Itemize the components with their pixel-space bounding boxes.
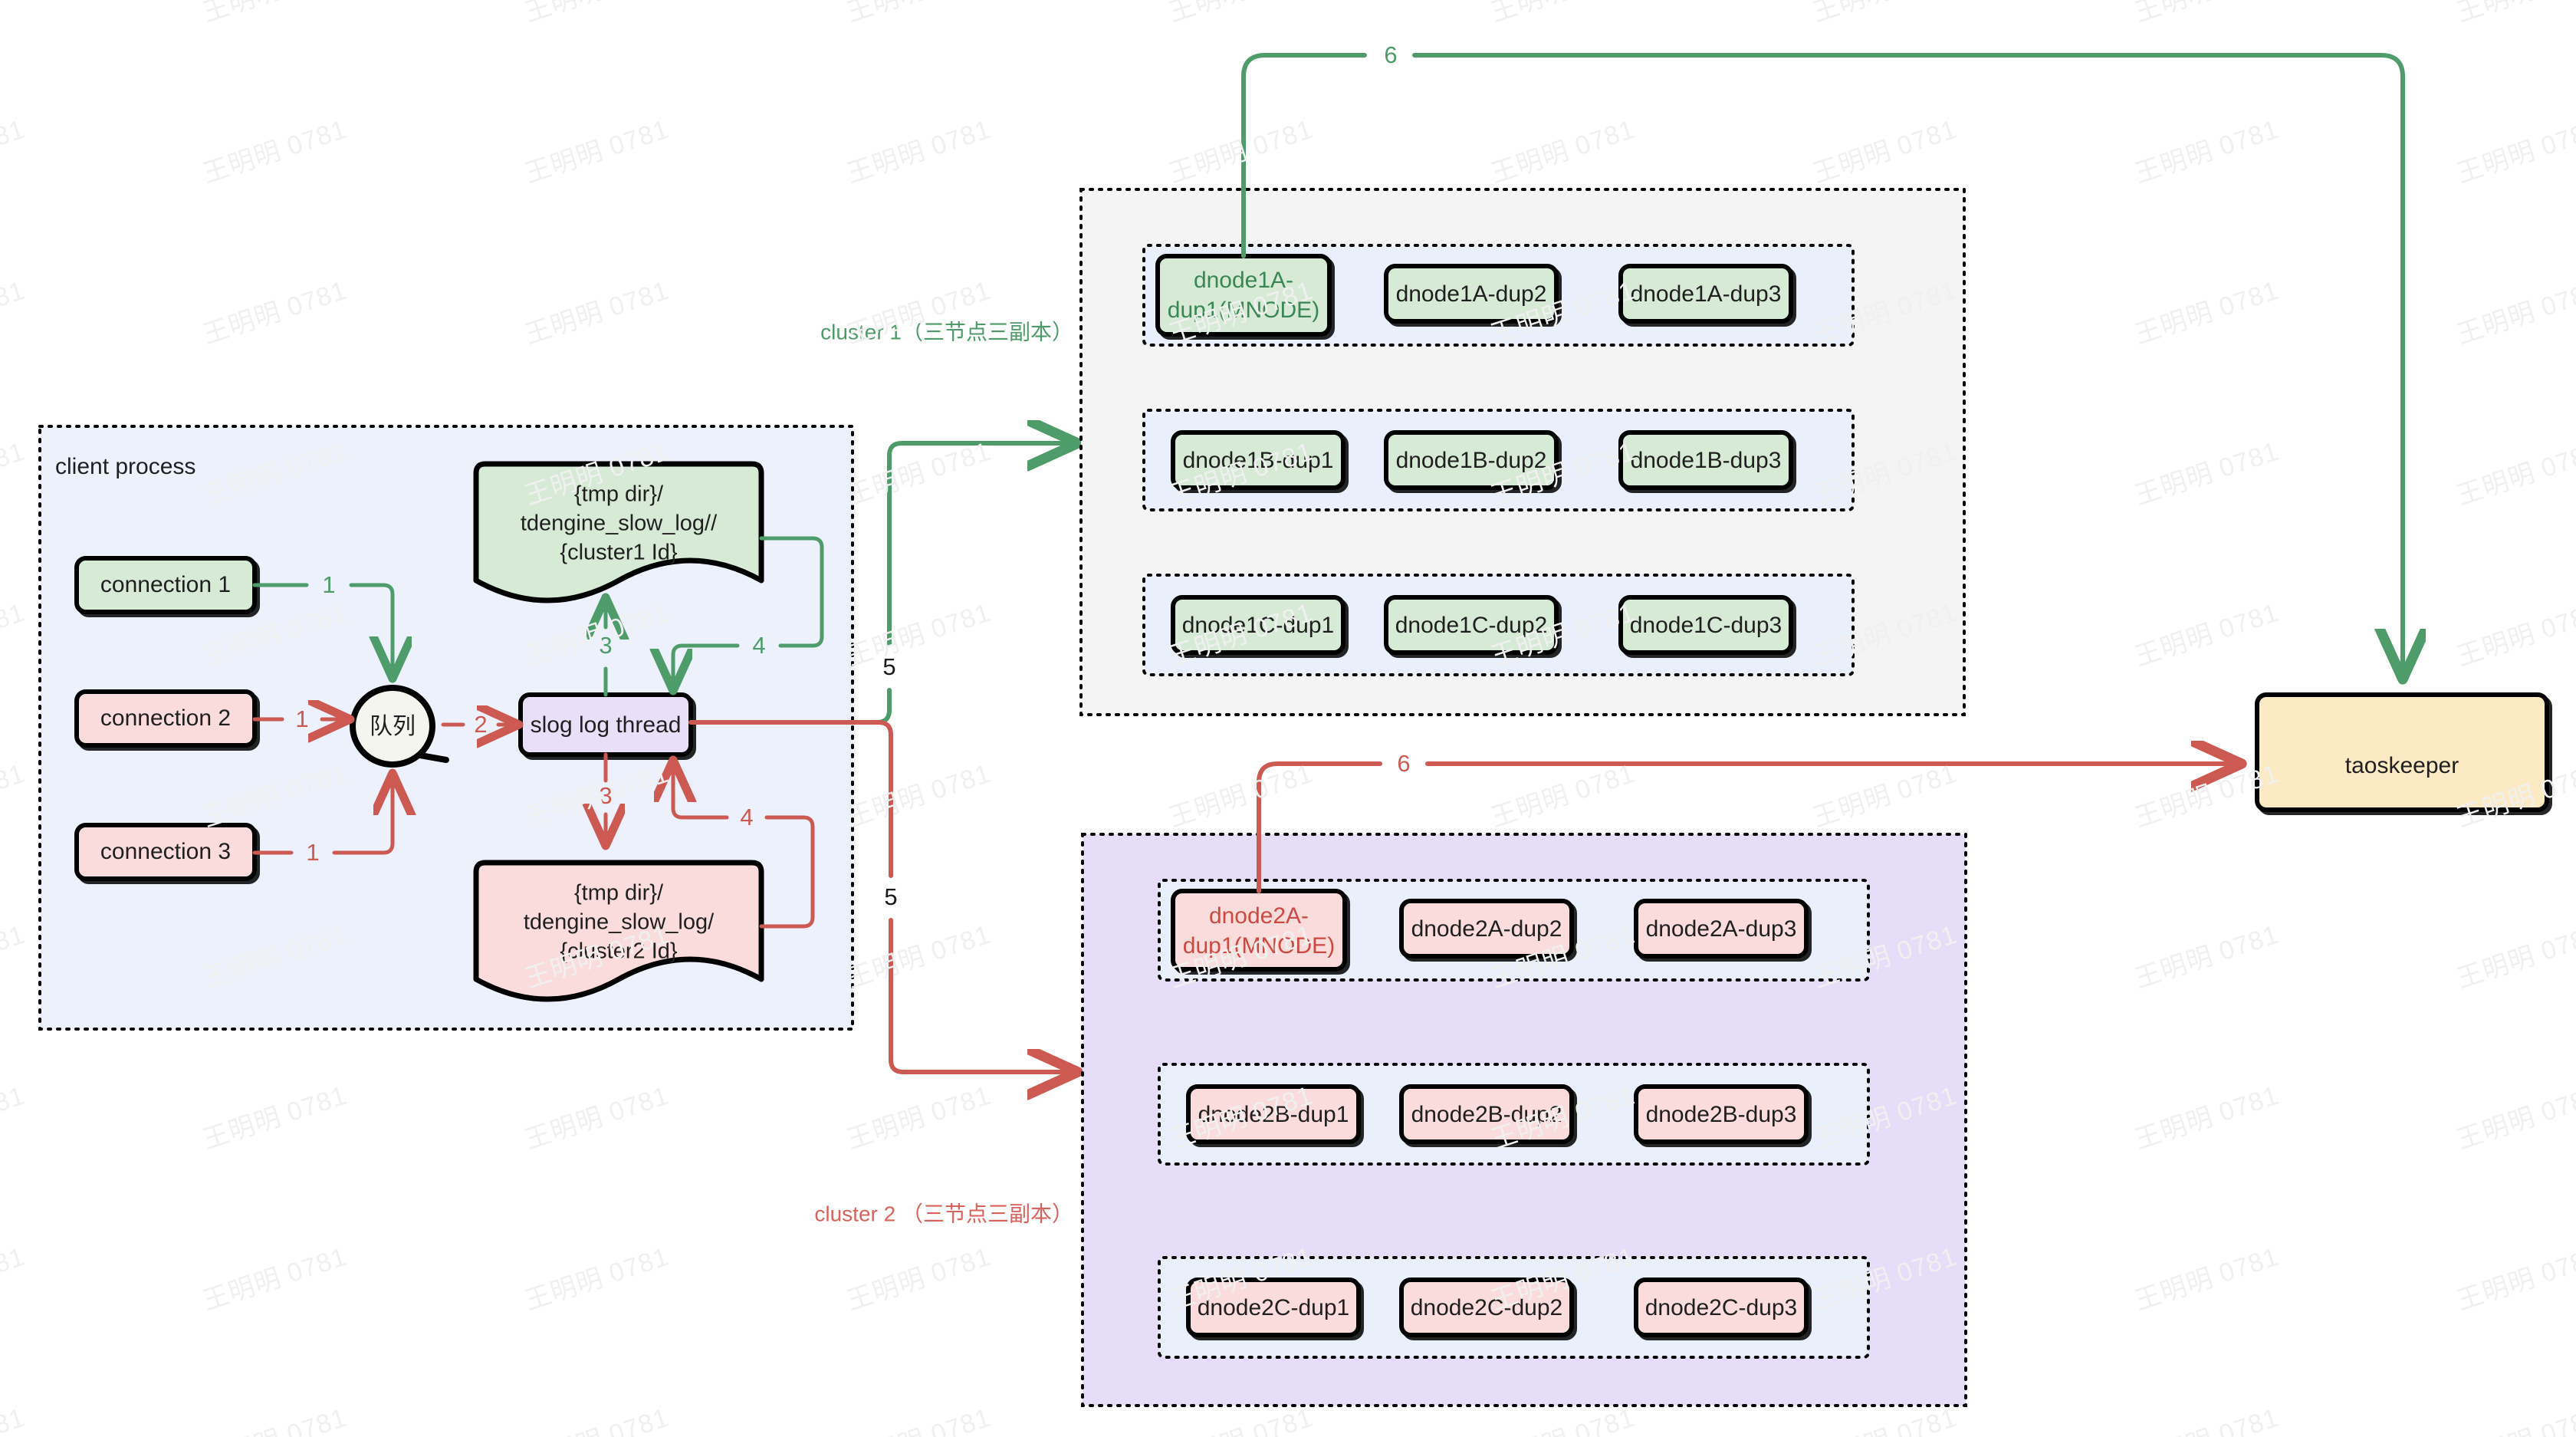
edge-label-1-conn2: 1 (295, 705, 308, 732)
cluster-2-caption: cluster 2 （三节点三副本） (814, 1202, 1073, 1225)
cluster1-node-A3-label: dnode1A-dup3 (1631, 281, 1782, 307)
cluster2-node-A3-label: dnode2A-dup3 (1646, 916, 1797, 942)
cluster2-node-B2[interactable]: dnode2B-dup2 (1399, 1084, 1574, 1144)
cluster1-node-A1[interactable]: dnode1A- dup1(MNODE) (1155, 254, 1332, 337)
edge-label-3-up: 3 (599, 632, 612, 659)
edge-label-5-cluster2: 5 (884, 883, 897, 910)
cluster2-node-B2-label: dnode2B-dup2 (1411, 1102, 1562, 1127)
cluster2-row-A: dnode2A- dup1(MNODE) dnode2A-dup2 dnode2… (1158, 879, 1870, 982)
cluster2-node-C2[interactable]: dnode2C-dup2 (1399, 1278, 1574, 1337)
cluster1-node-A1-line2: dup1(MNODE) (1168, 298, 1319, 323)
edge-label-6-cluster1: 6 (1384, 41, 1397, 68)
cluster-1-caption: cluster 1（三节点三副本） (820, 320, 1073, 344)
cluster1-node-B2[interactable]: dnode1B-dup2 (1384, 430, 1559, 490)
edge-label-5-cluster1: 5 (882, 653, 895, 680)
edge-label-6-cluster2: 6 (1397, 750, 1410, 777)
client-process-title: client process (55, 454, 196, 479)
cluster2-node-B3-label: dnode2B-dup3 (1646, 1102, 1797, 1127)
log-file-cluster2-line3: {cluster2 Id} (560, 939, 677, 964)
cluster2-node-A3[interactable]: dnode2A-dup3 (1634, 899, 1809, 959)
cluster1-node-B1[interactable]: dnode1B-dup1 (1171, 430, 1346, 490)
cluster1-row-B: dnode1B-dup1 dnode1B-dup2 dnode1B-dup3 (1142, 409, 1855, 511)
cluster2-node-A1-line1: dnode2A- (1209, 903, 1309, 929)
cluster1-node-B1-label: dnode1B-dup1 (1183, 448, 1334, 473)
slog-log-thread-label: slog log thread (531, 712, 682, 738)
edge-label-1-conn3: 1 (306, 839, 319, 866)
log-file-cluster2-line1: {tmp dir}/ (574, 881, 664, 906)
log-file-cluster1-line1: {tmp dir}/ (574, 482, 664, 507)
log-file-cluster1-line2: tdengine_slow_log// (521, 511, 718, 536)
cluster1-node-C1[interactable]: dnode1C-dup1 (1171, 595, 1346, 655)
cluster1-node-C3-label: dnode1C-dup3 (1630, 613, 1783, 638)
cluster1-node-C3[interactable]: dnode1C-dup3 (1618, 595, 1793, 655)
edge-label-4-up: 4 (752, 632, 765, 659)
cluster2-node-C1-label: dnode2C-dup1 (1198, 1295, 1350, 1320)
cluster1-node-A1-line1: dnode1A- (1194, 268, 1293, 293)
cluster1-node-C2-label: dnode1C-dup2 (1395, 613, 1548, 638)
cluster1-node-C2[interactable]: dnode1C-dup2 (1384, 595, 1559, 655)
cluster2-node-B1-label: dnode2B-dup1 (1198, 1102, 1349, 1127)
log-file-cluster1-line3: {cluster1 Id} (560, 541, 677, 565)
cluster-1-container: cluster 1（三节点三副本） dnode1A- dup1(MNODE) d… (820, 188, 1966, 716)
cluster1-node-A3[interactable]: dnode1A-dup3 (1618, 264, 1793, 324)
cluster2-row-C: dnode2C-dup1 dnode2C-dup2 dnode2C-dup3 (1158, 1256, 1870, 1359)
log-file-cluster2-line2: tdengine_slow_log/ (524, 910, 715, 935)
taoskeeper-label: taoskeeper (2345, 753, 2459, 778)
cluster2-node-A1-line2: dup1(MNODE) (1183, 933, 1335, 959)
cluster2-node-C3-label: dnode2C-dup3 (1645, 1295, 1798, 1320)
cluster1-node-B3-label: dnode1B-dup3 (1631, 448, 1782, 473)
connection-1-label: connection 1 (100, 572, 231, 597)
cluster2-node-A2[interactable]: dnode2A-dup2 (1399, 899, 1574, 959)
cluster2-node-C2-label: dnode2C-dup2 (1411, 1295, 1563, 1320)
cluster1-row-C: dnode1C-dup1 dnode1C-dup2 dnode1C-dup3 (1142, 574, 1855, 676)
queue-label: 队列 (370, 714, 416, 739)
connection-2-node[interactable]: connection 2 (74, 689, 257, 748)
edge-label-3-down: 3 (599, 782, 612, 809)
cluster-2-container: cluster 2 （三节点三副本） dnode2A- dup1(MNODE) … (814, 833, 1967, 1407)
cluster2-node-C3[interactable]: dnode2C-dup3 (1634, 1278, 1809, 1337)
edge-label-4-down: 4 (740, 804, 753, 830)
connection-3-node[interactable]: connection 3 (74, 823, 257, 881)
diagram-canvas: client process connection 1 connection 2… (0, 0, 2576, 1437)
cluster1-node-A2-label: dnode1A-dup2 (1396, 281, 1547, 307)
cluster1-node-B3[interactable]: dnode1B-dup3 (1618, 430, 1793, 490)
edge-label-1-conn1: 1 (322, 571, 335, 598)
cluster1-node-A2[interactable]: dnode1A-dup2 (1384, 264, 1559, 324)
connection-2-label: connection 2 (100, 705, 231, 731)
taoskeeper-node[interactable]: taoskeeper (2255, 692, 2549, 812)
cluster2-node-B3[interactable]: dnode2B-dup3 (1634, 1084, 1809, 1144)
cluster2-row-B: dnode2B-dup1 dnode2B-dup2 dnode2B-dup3 (1158, 1063, 1870, 1166)
cluster2-node-A1[interactable]: dnode2A- dup1(MNODE) (1171, 889, 1347, 972)
cluster2-node-C1[interactable]: dnode2C-dup1 (1186, 1278, 1361, 1337)
cluster2-node-B1[interactable]: dnode2B-dup1 (1186, 1084, 1361, 1144)
cluster1-row-A: dnode1A- dup1(MNODE) dnode1A-dup2 dnode1… (1142, 244, 1855, 347)
connection-3-label: connection 3 (100, 839, 231, 864)
cluster1-node-B2-label: dnode1B-dup2 (1396, 448, 1547, 473)
slog-log-thread-node[interactable]: slog log thread (518, 692, 693, 757)
connection-1-node[interactable]: connection 1 (74, 556, 257, 614)
architecture-diagram: client process connection 1 connection 2… (38, 41, 2549, 1407)
cluster1-node-C1-label: dnode1C-dup1 (1182, 613, 1335, 638)
cluster2-node-A2-label: dnode2A-dup2 (1411, 916, 1562, 942)
edge-label-2: 2 (474, 711, 487, 738)
